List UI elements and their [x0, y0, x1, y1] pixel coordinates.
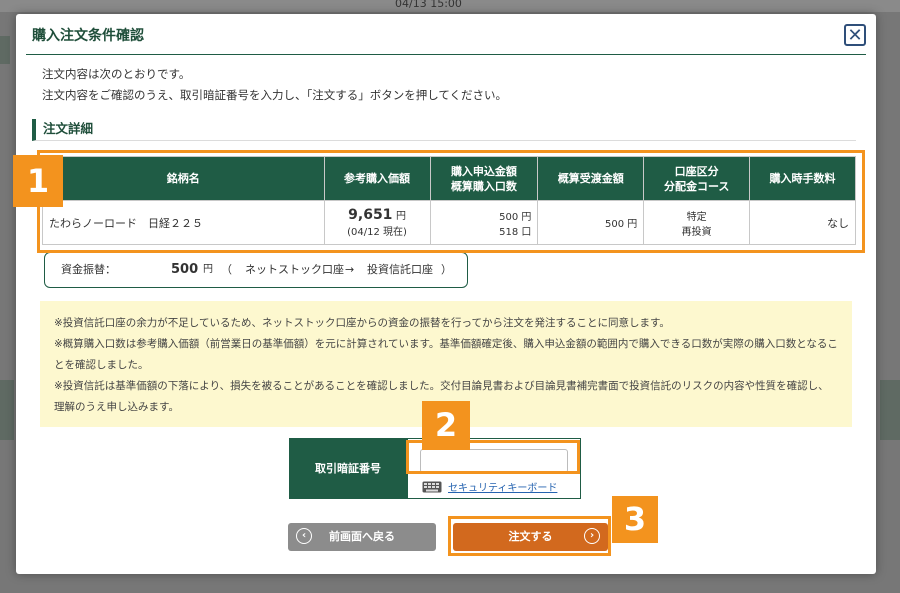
callout-badge-1: 1 [13, 155, 63, 207]
transfer-label: 資金振替： [61, 263, 116, 276]
highlight-3 [448, 516, 611, 556]
callout-badge-3: 3 [612, 496, 658, 543]
transfer-amount: 500 [171, 262, 199, 277]
callout-badge-2: 2 [422, 401, 470, 450]
transfer-from: ネットストック口座 [245, 263, 344, 276]
back-button[interactable]: ‹ 前画面へ戻る [288, 523, 436, 551]
transfer-paren-close: ） [441, 263, 452, 276]
background-side-block [0, 380, 14, 440]
note-1: ※投資信託口座の余力が不足しているため、ネットストック口座からの資金の振替を行っ… [54, 317, 670, 329]
intro-text-1: 注文内容は次のとおりです。 [42, 67, 191, 81]
keyboard-icon [422, 481, 442, 493]
note-2: ※概算購入口数は参考購入価額（前営業日の基準価額）を元に計算されています。基準価… [54, 338, 838, 371]
close-button[interactable]: ✕ [844, 24, 866, 46]
dialog-title: 購入注文条件確認 [32, 28, 144, 44]
back-button-label: 前画面へ戻る [329, 530, 395, 543]
background-side-block-right [880, 380, 900, 440]
pin-label: 取引暗証番号 [289, 438, 407, 499]
intro-text-2: 注文内容をご確認のうえ、取引暗証番号を入力し、「注文する」ボタンを押してください… [42, 88, 508, 102]
chevron-left-icon: ‹ [296, 528, 312, 544]
background-timestamp: 04/13 15:00 [395, 0, 462, 10]
transfer-unit: 円 [203, 264, 213, 275]
security-keyboard-link[interactable]: セキュリティキーボード [448, 479, 557, 494]
order-confirm-dialog: 購入注文条件確認 ✕ 注文内容は次のとおりです。 注文内容をご確認のうえ、取引暗… [16, 14, 876, 574]
background-side-tab [0, 36, 10, 64]
transfer-to: 投資信託口座 [367, 263, 433, 276]
transfer-arrow: → [345, 263, 355, 276]
section-title-order-detail: 注文詳細 [32, 119, 856, 141]
highlight-1 [37, 150, 865, 253]
fund-transfer-box: 資金振替： 500 円 （ ネットストック口座 → 投資信託口座 ） [44, 252, 468, 288]
title-divider [26, 54, 866, 55]
transfer-paren-open: （ [221, 263, 232, 276]
